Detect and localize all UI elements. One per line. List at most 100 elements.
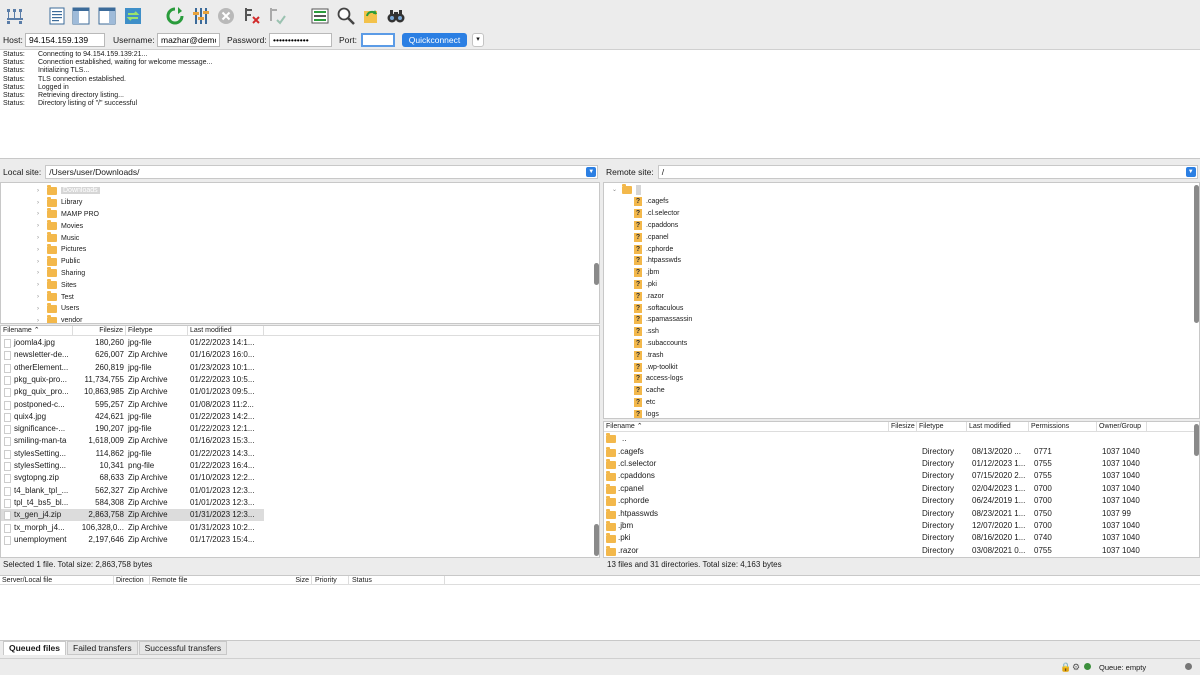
toggle-local-tree-icon[interactable] [70, 5, 92, 27]
remote-directory-tree[interactable]: ⌄? .cagefs? .cl.selector? .cpaddons? .cpanel… [603, 182, 1200, 419]
table-row[interactable]: svgtopng.zip 68,633 Zip Archive 01/10/2023 … [1, 472, 264, 484]
refresh-icon[interactable] [164, 5, 186, 27]
directory-compare-icon[interactable] [309, 5, 331, 27]
local-file-list[interactable]: Filename ⌃ Filesize Filetype Last modifi… [0, 325, 600, 558]
tree-item[interactable]: › Sharing [37, 267, 85, 280]
chevron-right-icon[interactable]: › [37, 223, 47, 229]
chevron-down-icon[interactable]: ▼ [1185, 167, 1196, 177]
quickconnect-history-dropdown[interactable]: ▾ [472, 33, 484, 47]
chevron-right-icon[interactable]: › [37, 200, 47, 206]
host-input[interactable] [25, 33, 105, 47]
chevron-right-icon[interactable]: › [37, 270, 47, 276]
chevron-right-icon[interactable]: › [37, 306, 47, 312]
col-direction[interactable]: Direction [114, 576, 150, 584]
chevron-right-icon[interactable]: › [37, 282, 47, 288]
tree-item[interactable]: ? logs [634, 408, 659, 418]
table-row[interactable]: postponed-c... 595,257 Zip Archive 01/08/20… [1, 399, 264, 411]
tree-item[interactable]: ? .wp-toolkit [634, 361, 678, 373]
reconnect-icon[interactable] [266, 5, 288, 27]
table-row[interactable]: stylesSetting... 10,341 png-file 01/22/2023… [1, 460, 264, 472]
table-row[interactable]: unemployment 2,197,646 Zip Archive 01/17/20… [1, 534, 264, 546]
local-tree-scrollbar[interactable] [594, 263, 599, 285]
col-filetype[interactable]: Filetype [917, 422, 967, 431]
tree-item[interactable]: ? .subaccounts [634, 338, 687, 350]
tree-item[interactable]: ? .cl.selector [634, 208, 679, 220]
tab-failed-transfers[interactable]: Failed transfers [67, 641, 138, 655]
col-owner-group[interactable]: Owner/Group [1097, 422, 1147, 431]
table-row[interactable]: .cpaddons Directory 07/15/2020 2... 0755 103… [604, 470, 1164, 482]
chevron-right-icon[interactable]: › [37, 294, 47, 300]
table-row[interactable]: t4_blank_tpl_... 562,327 Zip Archive 01/01/… [1, 485, 264, 497]
sync-browse-icon[interactable] [360, 5, 382, 27]
table-row[interactable]: .jbm Directory 12/07/2020 1... 0700 1037 104… [604, 520, 1164, 532]
remote-site-path[interactable]: / ▼ [657, 165, 1198, 179]
table-row[interactable]: otherElement... 260,819 jpg-file 01/23/2023… [1, 362, 264, 374]
process-queue-icon[interactable] [190, 5, 212, 27]
local-site-path[interactable]: /Users/user/Downloads/ ▼ [45, 165, 599, 179]
table-row[interactable]: .razor Directory 03/08/2021 0... 0755 1037 1… [604, 545, 1164, 557]
tree-item[interactable]: ? .jbm [634, 267, 659, 279]
tree-item[interactable]: ? .htpasswds [634, 255, 681, 267]
col-permissions[interactable]: Permissions [1029, 422, 1097, 431]
tab-queued-files[interactable]: Queued files [3, 641, 67, 655]
col-filename[interactable]: Filename ⌃ [1, 326, 73, 335]
table-row[interactable]: tx_gen_j4.zip 2,863,758 Zip Archive 01/31/2… [1, 509, 264, 522]
remote-file-list[interactable]: Filename ⌃ Filesize Filetype Last modifi… [603, 421, 1200, 558]
tree-item[interactable]: ? .cpaddons [634, 220, 678, 232]
tree-item[interactable]: › Music [37, 232, 79, 244]
disconnect-icon[interactable] [241, 5, 263, 27]
tree-item[interactable]: ? .trash [634, 349, 664, 361]
remote-files-scrollbar[interactable] [1194, 424, 1199, 456]
tree-item[interactable]: ? .cpanel [634, 231, 669, 243]
tree-item[interactable]: › Users [37, 302, 79, 315]
col-server-local-file[interactable]: Server/Local file [0, 576, 114, 584]
col-filesize[interactable]: Filesize [889, 422, 917, 431]
tab-successful-transfers[interactable]: Successful transfers [138, 641, 228, 655]
tree-item[interactable]: ? .spamassassin [634, 314, 692, 326]
tree-item[interactable]: › Test [37, 291, 74, 303]
table-row[interactable]: tpl_t4_bs5_bl... 584,308 Zip Archive 01/01/… [1, 497, 264, 509]
tree-item[interactable]: › Movies [37, 220, 83, 232]
filter-icon[interactable] [335, 5, 357, 27]
tree-item[interactable]: ? .pki [634, 279, 657, 291]
chevron-down-icon[interactable]: ▼ [586, 167, 597, 177]
tree-item[interactable]: › Sites [37, 279, 77, 291]
tree-item[interactable]: › MAMP PRO [37, 208, 99, 221]
tree-root[interactable]: ⌄ [612, 183, 641, 196]
chevron-down-icon[interactable]: ⌄ [612, 186, 622, 193]
tree-item[interactable]: › Pictures [37, 243, 86, 256]
password-input[interactable] [269, 33, 332, 47]
table-row[interactable]: .htpasswds Directory 08/23/2021 1... 0750 10… [604, 508, 1164, 520]
tree-item[interactable]: ? .razor [634, 290, 664, 302]
local-files-scrollbar[interactable] [594, 524, 599, 556]
tree-item[interactable]: › Downloads [37, 184, 100, 197]
col-filetype[interactable]: Filetype [126, 326, 188, 335]
table-row[interactable]: .cpanel Directory 02/04/2023 1... 0700 1037 … [604, 483, 1164, 495]
port-input[interactable] [361, 33, 395, 47]
col-last-modified[interactable]: Last modified [967, 422, 1029, 431]
table-row[interactable]: .. [604, 433, 1144, 445]
tree-item[interactable]: › Library [37, 196, 82, 209]
tree-item[interactable]: › Public [37, 255, 80, 268]
chevron-right-icon[interactable]: › [37, 235, 47, 241]
table-row[interactable]: pkg_quix-pro... 11,734,755 Zip Archive 01/2… [1, 374, 264, 386]
col-last-modified[interactable]: Last modified [188, 326, 264, 335]
table-row[interactable]: .cagefs Directory 08/13/2020 ... 0771 1037 1… [604, 446, 1164, 458]
tree-item[interactable]: ? access-logs [634, 373, 683, 385]
table-row[interactable]: stylesSetting... 114,862 jpg-file 01/22/202… [1, 448, 264, 460]
tree-item[interactable]: ? .cphorde [634, 243, 673, 255]
table-row[interactable]: significance-... 190,207 jpg-file 01/22/202… [1, 423, 264, 435]
chevron-right-icon[interactable]: › [37, 211, 47, 217]
chevron-right-icon[interactable]: › [37, 188, 47, 194]
col-filename[interactable]: Filename ⌃ [604, 422, 889, 431]
cancel-icon[interactable] [215, 5, 237, 27]
tree-item[interactable]: ? .ssh [634, 326, 659, 338]
toggle-remote-tree-icon[interactable] [96, 5, 118, 27]
toggle-log-icon[interactable] [46, 5, 68, 27]
quickconnect-button[interactable]: Quickconnect [402, 33, 467, 47]
table-row[interactable]: quix4.jpg 424,621 jpg-file 01/22/2023 14:2.… [1, 411, 264, 423]
table-row[interactable]: .pki Directory 08/16/2020 1... 0740 1037 104… [604, 532, 1164, 544]
chevron-right-icon[interactable]: › [37, 247, 47, 253]
gear-icon[interactable]: ⚙ [1072, 662, 1080, 673]
remote-tree-scrollbar[interactable] [1194, 185, 1199, 323]
